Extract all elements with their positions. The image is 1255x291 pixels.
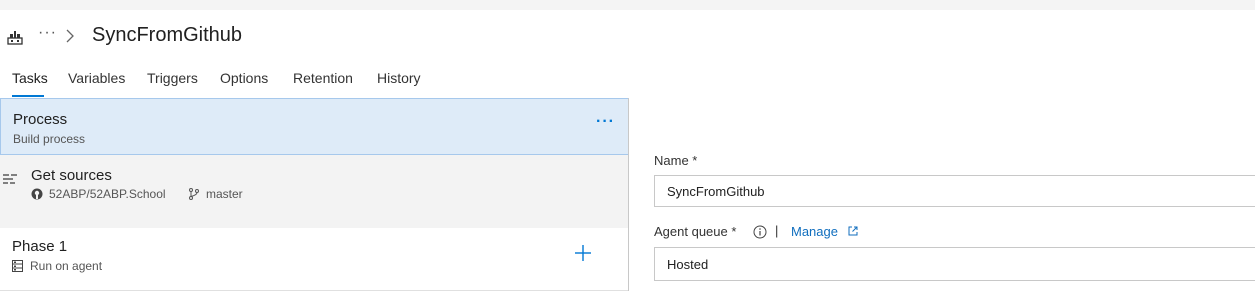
agent-server-icon [12,260,23,272]
phase-title: Phase 1 [12,238,68,255]
external-link-icon[interactable] [848,226,858,236]
repository-name: 52ABP/52ABP.School [49,187,166,201]
chevron-right-icon [66,29,74,43]
tab-triggers[interactable]: Triggers [147,70,198,86]
tab-tasks[interactable]: Tasks [12,70,48,86]
agent-queue-label: Agent queue * [654,224,737,239]
tab-bar: Tasks Variables Triggers Options Retenti… [0,66,1255,98]
add-task-button[interactable] [572,242,594,264]
tab-options[interactable]: Options [220,70,268,86]
github-icon [31,188,43,200]
process-more-button[interactable]: ··· [596,113,615,131]
properties-panel: Name * Agent queue * | Manage Hosted [629,98,1255,291]
process-title: Process [13,111,68,128]
phase-item[interactable]: Phase 1 Run on agent [0,228,628,291]
top-strip [0,0,1255,10]
get-sources-item[interactable]: Get sources 52ABP/52ABP.School master [0,155,628,225]
process-subtitle: Build process [13,132,86,146]
separator: | [775,223,779,238]
task-list-panel: Process Build process ··· Get sources 52… [0,98,629,291]
get-sources-title: Get sources [31,167,112,184]
info-icon[interactable] [753,225,767,239]
name-field[interactable] [654,175,1255,207]
get-sources-icon [3,174,17,184]
tab-retention[interactable]: Retention [293,70,353,86]
page-title: SyncFromGithub [92,24,243,46]
process-item[interactable]: Process Build process ··· [0,98,629,155]
build-pipeline-icon [7,31,23,45]
name-label: Name * [654,153,698,168]
tab-variables[interactable]: Variables [68,70,125,86]
tab-history[interactable]: History [377,70,421,86]
agent-queue-select[interactable]: Hosted [654,247,1255,281]
branch-name: master [206,187,243,201]
phase-subtitle: Run on agent [30,259,103,273]
active-tab-indicator [12,95,44,97]
breadcrumb-more-button[interactable]: ··· [38,24,57,42]
branch-icon [189,188,199,200]
header: ··· SyncFromGithub [0,10,1255,66]
manage-link[interactable]: Manage [791,224,838,239]
